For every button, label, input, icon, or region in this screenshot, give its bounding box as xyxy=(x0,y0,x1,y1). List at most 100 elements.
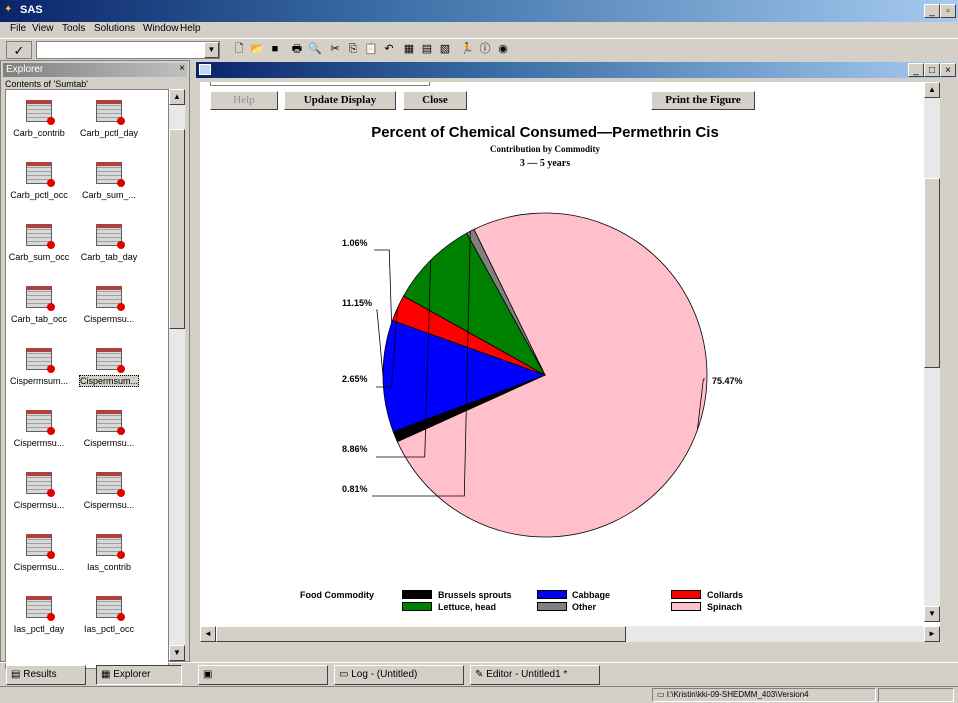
graph-window-tab[interactable]: ▣ xyxy=(198,665,328,685)
legend-label-spinach: Spinach xyxy=(707,602,743,612)
list-item[interactable]: Ias_contrib xyxy=(78,534,140,572)
window-minimize-button[interactable]: _ xyxy=(908,63,924,77)
list-item[interactable]: Ias_pctl_occ xyxy=(78,596,140,634)
help-icon[interactable]: ⓘ xyxy=(478,42,492,56)
dataset-icon xyxy=(96,162,125,187)
list-item[interactable]: Carb_sum_... xyxy=(78,162,140,200)
cut-icon[interactable]: ✂ xyxy=(328,42,342,56)
dataset-icon xyxy=(96,410,125,435)
explorer-pane: Explorer × Contents of 'Sumtab' Carb_con… xyxy=(0,60,190,669)
app-title-bar: ✦ SAS _ ▫ xyxy=(0,0,958,22)
copy-icon[interactable]: ⎘ xyxy=(346,42,360,56)
command-box[interactable]: ▼ xyxy=(36,41,220,59)
status-panel xyxy=(878,688,954,702)
menu-file[interactable]: File xyxy=(10,23,26,34)
list-item[interactable]: Cispermsu... xyxy=(78,286,140,324)
menu-view[interactable]: View xyxy=(32,23,54,34)
list-item[interactable]: Carb_contrib xyxy=(8,100,70,138)
current-folder: ▭ I:\Kristin\kki-09-SHEDMM_403\Version4 xyxy=(652,688,876,702)
graph-horizontal-scrollbar[interactable]: ◄ ► xyxy=(200,626,940,642)
window-maximize-button[interactable]: □ xyxy=(924,63,940,77)
explorer-scrollbar[interactable]: ▲ ▼ xyxy=(169,89,185,661)
status-bar: ▭ I:\Kristin\kki-09-SHEDMM_403\Version4 xyxy=(0,686,958,703)
graph-scroll-down-icon[interactable]: ▼ xyxy=(924,606,940,622)
dataset-icon xyxy=(96,472,125,497)
scroll-down-icon[interactable]: ▼ xyxy=(169,645,185,661)
explorer-tab[interactable]: ▦ Explorer xyxy=(96,665,182,685)
list-item[interactable]: Cispermsu... xyxy=(8,534,70,572)
slice-label: 2.65% xyxy=(342,374,368,384)
undo-icon[interactable]: ↶ xyxy=(382,42,396,56)
slice-label: 75.47% xyxy=(712,376,743,386)
dataset-icon xyxy=(26,410,55,435)
window-close-button[interactable]: × xyxy=(940,63,956,77)
contents-label: Contents of 'Sumtab' xyxy=(5,79,88,89)
graph-vertical-scrollbar[interactable]: ▲ ▼ xyxy=(924,82,940,622)
legend-swatch-other xyxy=(537,602,567,611)
list-item[interactable]: Cispermsu... xyxy=(8,410,70,448)
library-icon[interactable]: ▤ xyxy=(420,42,434,56)
menu-help[interactable]: Help xyxy=(180,23,201,34)
minimize-button[interactable]: _ xyxy=(924,4,940,18)
dataset-icon xyxy=(26,224,55,249)
save-icon[interactable]: ■ xyxy=(268,42,282,56)
dataset-icon xyxy=(26,348,55,373)
graph-scroll-left-icon[interactable]: ◄ xyxy=(200,626,216,642)
explorer-icon[interactable]: ▦ xyxy=(402,42,416,56)
list-item[interactable]: Carb_tab_occ xyxy=(8,286,70,324)
dataset-icon xyxy=(96,596,125,621)
list-item[interactable]: Carb_tab_day xyxy=(78,224,140,262)
open-icon[interactable]: 📂 xyxy=(250,42,264,56)
legend-title: Food Commodity xyxy=(300,590,374,600)
submit-check-icon[interactable]: ✓ xyxy=(6,41,32,59)
list-item[interactable]: Cispermsu... xyxy=(78,410,140,448)
graph-window: _ □ × Help Update Display Close Print th… xyxy=(194,60,958,660)
dataset-icon xyxy=(26,472,55,497)
results-icon[interactable]: ▧ xyxy=(438,42,452,56)
graph-scroll-up-icon[interactable]: ▲ xyxy=(924,82,940,98)
list-item-selected[interactable]: Cispermsum... xyxy=(78,348,140,387)
list-item[interactable]: Carb_pctl_day xyxy=(78,100,140,138)
list-item[interactable]: Carb_pctl_occ xyxy=(8,162,70,200)
list-item[interactable]: Ias_pctl_day xyxy=(8,596,70,634)
explorer-title: Explorer xyxy=(6,64,44,75)
scroll-up-icon[interactable]: ▲ xyxy=(169,89,185,105)
dataset-icon xyxy=(96,286,125,311)
graph-scroll-right-icon[interactable]: ► xyxy=(924,626,940,642)
legend-swatch-collards xyxy=(671,590,701,599)
dataset-icon xyxy=(96,100,125,125)
leader-line xyxy=(376,309,384,377)
menu-solutions[interactable]: Solutions xyxy=(94,23,135,34)
dataset-icon xyxy=(96,534,125,559)
new-icon[interactable]: 🗋 xyxy=(232,42,246,56)
paste-icon[interactable]: 📋 xyxy=(364,42,378,56)
print-preview-icon[interactable]: 🔍 xyxy=(308,42,322,56)
dataset-icon xyxy=(26,596,55,621)
explorer-close-icon[interactable]: × xyxy=(179,63,185,74)
results-tab[interactable]: ▤ Results xyxy=(6,665,86,685)
slice-label: 0.81% xyxy=(342,484,368,494)
log-icon: ▭ xyxy=(339,669,352,680)
print-icon[interactable]: 🖶 xyxy=(290,42,304,56)
restore-button[interactable]: ▫ xyxy=(940,4,956,18)
command-dropdown-icon[interactable]: ▼ xyxy=(204,42,219,58)
graph-hscroll-thumb[interactable] xyxy=(216,626,626,642)
scroll-thumb[interactable] xyxy=(169,129,185,329)
log-tab[interactable]: ▭ Log - (Untitled) xyxy=(334,665,464,685)
graph-vscroll-thumb[interactable] xyxy=(924,178,940,368)
options-icon[interactable]: ◉ xyxy=(496,42,510,56)
menu-window[interactable]: Window xyxy=(143,23,179,34)
legend-label-lettuce: Lettuce, head xyxy=(438,602,497,612)
app-title: SAS xyxy=(20,4,43,16)
slice-label: 11.15% xyxy=(342,298,372,308)
list-item[interactable]: Cispermsum... xyxy=(8,348,70,386)
list-item[interactable]: Cispermsu... xyxy=(78,472,140,510)
editor-tab[interactable]: ✎ Editor - Untitled1 * xyxy=(470,665,600,685)
menu-tools[interactable]: Tools xyxy=(62,23,85,34)
run-icon[interactable]: 🏃 xyxy=(460,42,474,56)
explorer-tab-icon: ▦ xyxy=(101,669,114,680)
graph-canvas: Help Update Display Close Print the Figu… xyxy=(200,82,940,642)
toolbar: ✓ ▼ 🗋 📂 ■ 🖶 🔍 ✂ ⎘ 📋 ↶ ▦ ▤ ▧ 🏃 ⓘ ◉ xyxy=(0,38,958,61)
list-item[interactable]: Cispermsu... xyxy=(8,472,70,510)
list-item[interactable]: Carb_sum_occ xyxy=(8,224,70,262)
